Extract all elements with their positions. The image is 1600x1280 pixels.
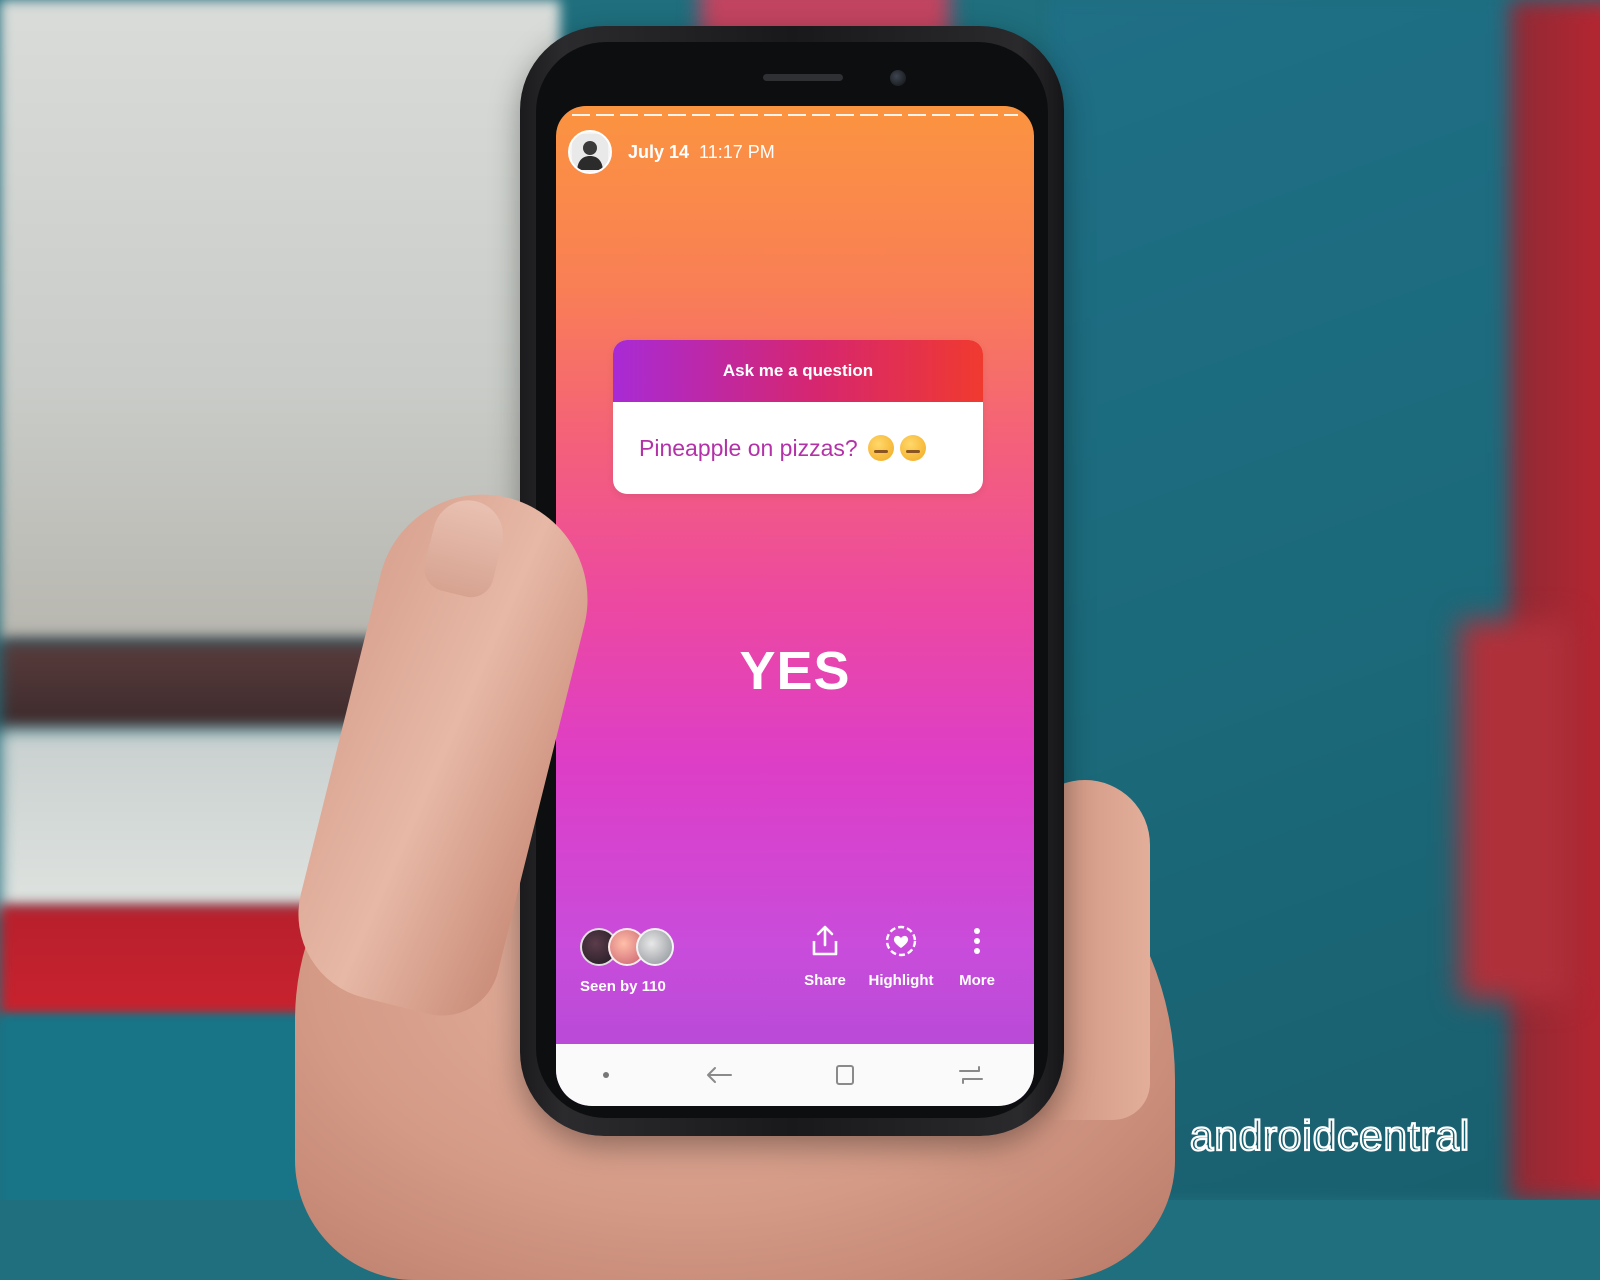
android-navigation-bar	[556, 1044, 1034, 1106]
earpiece	[763, 74, 843, 81]
androidcentral-watermark-logo: androidcentral	[1189, 1111, 1570, 1160]
viewers[interactable]: Seen by 110	[580, 928, 674, 995]
recents-icon	[959, 1066, 983, 1084]
question-text: Pineapple on pizzas?	[639, 434, 858, 461]
back-button[interactable]	[703, 1059, 735, 1091]
more-label: More	[959, 972, 995, 989]
home-icon	[836, 1065, 854, 1085]
question-sticker-title: Ask me a question	[613, 340, 983, 402]
story-time: 11:17 PM	[699, 141, 775, 162]
story-header: July 14 11:17 PM	[568, 130, 775, 174]
highlight-button[interactable]: Highlight	[869, 924, 934, 989]
story-date: July 14	[628, 141, 690, 162]
question-sticker-body: Pineapple on pizzas?	[613, 402, 983, 494]
front-camera	[890, 70, 906, 86]
viewer-avatar	[636, 928, 674, 966]
more-button[interactable]: More	[954, 924, 1000, 989]
home-button[interactable]	[829, 1059, 861, 1091]
highlight-heart-icon	[884, 924, 918, 958]
story-screen[interactable]: July 14 11:17 PM Ask me a question Pinea…	[556, 106, 1034, 1106]
smirking-face-emoji-icon	[867, 435, 894, 461]
recents-button[interactable]	[955, 1059, 987, 1091]
share-button[interactable]: Share	[802, 924, 848, 989]
story-progress-bar	[572, 114, 1018, 116]
svg-text:androidcentral: androidcentral	[1190, 1112, 1470, 1159]
keyboard-dot-icon	[603, 1072, 609, 1078]
answer-text: YES	[739, 641, 851, 701]
share-label: Share	[804, 972, 846, 989]
viewer-avatars	[580, 928, 674, 966]
more-vertical-icon	[960, 924, 994, 958]
share-icon	[808, 924, 842, 958]
avatar[interactable]	[568, 130, 612, 174]
seen-by-label: Seen by 110	[580, 978, 666, 995]
story-actions: Share Highlight More	[802, 924, 1000, 989]
person-icon	[572, 134, 608, 170]
thinking-face-emoji-icon	[899, 435, 926, 461]
highlight-label: Highlight	[868, 972, 934, 989]
question-sticker[interactable]: Ask me a question Pineapple on pizzas?	[613, 340, 983, 494]
back-icon	[707, 1067, 732, 1083]
